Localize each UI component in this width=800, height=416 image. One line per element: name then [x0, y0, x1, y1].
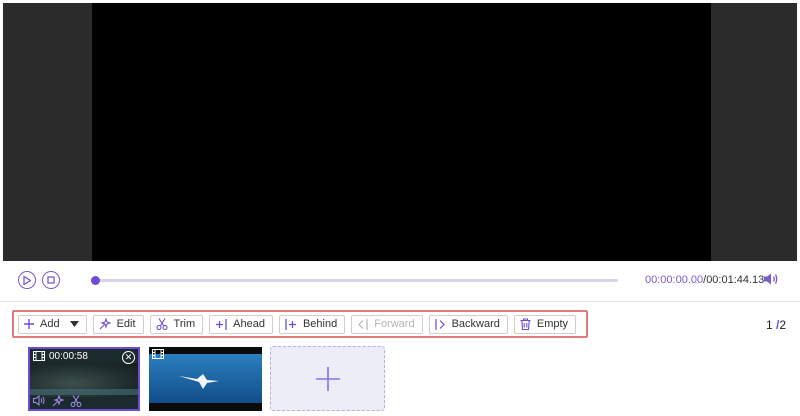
forward-button[interactable]: Forward — [351, 314, 423, 334]
edit-label: Edit — [116, 318, 136, 330]
insert-behind-icon — [285, 318, 296, 330]
trash-icon — [520, 318, 531, 330]
clip-actions — [33, 395, 82, 407]
play-icon — [23, 275, 31, 285]
clip-preview-image — [149, 354, 262, 403]
clip-thumbnail[interactable] — [149, 347, 262, 411]
move-backward-icon — [434, 318, 445, 330]
trim-button[interactable]: Trim — [149, 314, 204, 334]
clip-thumbnail[interactable]: 00:00:58 ✕ — [28, 347, 140, 411]
current-time: 00:00:00.00 — [645, 274, 704, 286]
page-current: 1 — [766, 318, 773, 332]
progress-slider[interactable] — [91, 276, 618, 285]
empty-label: Empty — [536, 318, 569, 330]
play-button[interactable] — [18, 271, 36, 289]
divider — [0, 301, 800, 302]
remove-clip-button[interactable]: ✕ — [122, 351, 135, 364]
plus-icon — [315, 366, 340, 391]
film-icon — [33, 351, 45, 361]
forward-label: Forward — [374, 318, 415, 330]
plus-icon — [24, 319, 34, 329]
insert-ahead-icon — [216, 318, 227, 330]
magic-wand-icon — [99, 318, 111, 330]
video-editor: 00:00:00.00/00:01:44.13 Add Edit Trim Ah… — [0, 0, 800, 416]
playback-bar: 00:00:00.00/00:01:44.13 — [0, 261, 800, 301]
magic-wand-icon[interactable] — [52, 395, 64, 407]
stop-button[interactable] — [42, 271, 60, 289]
ahead-label: Ahead — [233, 318, 265, 330]
close-icon: ✕ — [124, 352, 133, 362]
chevron-down-icon[interactable] — [69, 321, 79, 327]
volume-icon — [764, 273, 778, 285]
add-label: Add — [40, 318, 60, 330]
stop-icon — [47, 276, 55, 284]
edit-button[interactable]: Edit — [92, 314, 144, 334]
time-display: 00:00:00.00/00:01:44.13 — [645, 274, 764, 286]
ahead-button[interactable]: Ahead — [209, 314, 273, 334]
volume-icon[interactable] — [33, 395, 46, 406]
video-canvas[interactable] — [92, 3, 711, 261]
trim-label: Trim — [173, 318, 196, 330]
empty-button[interactable]: Empty — [513, 314, 577, 334]
add-button[interactable]: Add — [18, 314, 87, 334]
add-clip-button[interactable] — [270, 346, 385, 411]
page-indicator: 1 /2 — [766, 318, 786, 332]
scissors-icon — [155, 318, 168, 330]
total-time: 00:01:44.13 — [706, 274, 765, 286]
clip-toolbar: Add Edit Trim Ahead Behind Forward Backw… — [12, 310, 588, 338]
bird-image — [179, 374, 219, 389]
move-forward-icon — [358, 318, 368, 330]
preview-area — [3, 3, 797, 261]
volume-button[interactable] — [763, 272, 779, 291]
behind-label: Behind — [302, 318, 338, 330]
clip-header — [149, 347, 262, 361]
scissors-icon[interactable] — [70, 395, 82, 407]
backward-button[interactable]: Backward — [428, 314, 508, 334]
progress-handle[interactable] — [91, 276, 100, 285]
backward-label: Backward — [451, 318, 500, 330]
behind-button[interactable]: Behind — [278, 314, 346, 334]
page-total: 2 — [779, 318, 787, 332]
clip-duration: 00:00:58 — [49, 350, 88, 362]
film-icon — [152, 349, 164, 359]
